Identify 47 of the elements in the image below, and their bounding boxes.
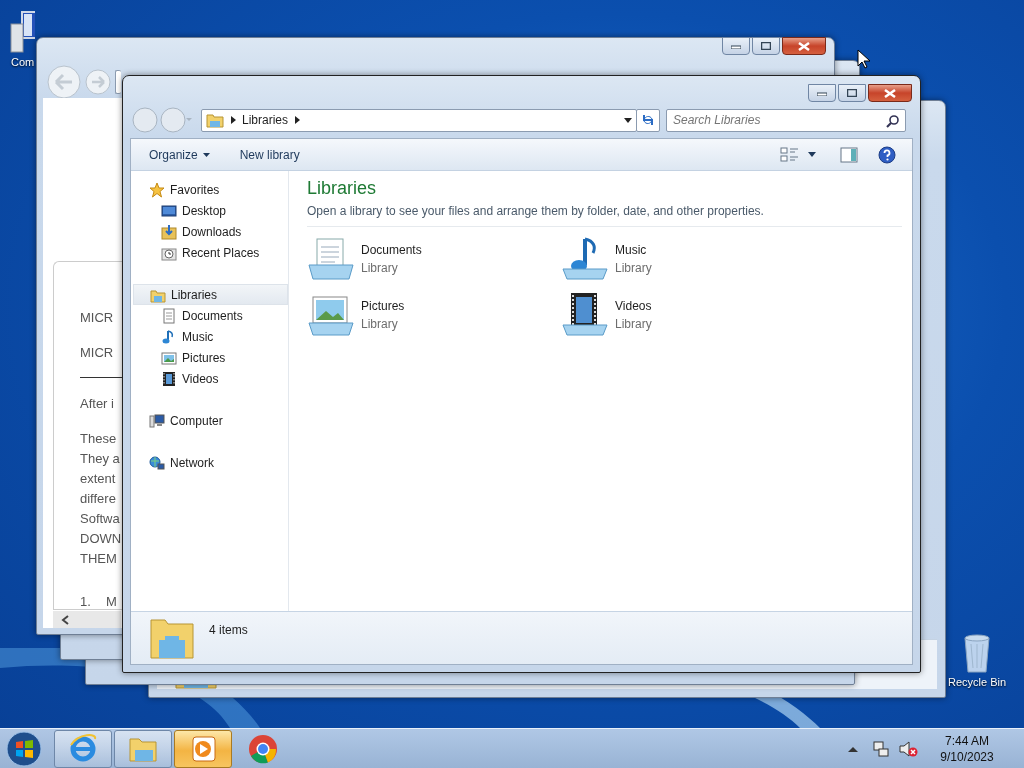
library-type: Library bbox=[361, 260, 399, 277]
paragraph-line: Softwa bbox=[80, 510, 120, 528]
nav-item[interactable]: Videos bbox=[133, 368, 288, 389]
list-item-text: M bbox=[106, 593, 117, 611]
library-item[interactable]: Videos Library bbox=[561, 287, 815, 343]
library-type: Library bbox=[615, 260, 652, 277]
address-bar[interactable]: Libraries bbox=[201, 108, 637, 132]
paragraph-text: After i bbox=[80, 395, 114, 413]
organize-menu-button[interactable]: Organize bbox=[141, 142, 218, 167]
library-item[interactable]: Documents Library bbox=[307, 231, 561, 287]
computer-label[interactable]: Com bbox=[11, 54, 35, 71]
nav-item[interactable]: Libraries bbox=[133, 284, 288, 305]
library-item[interactable]: Pictures Library bbox=[307, 287, 561, 343]
paragraph-line: These bbox=[80, 430, 117, 448]
list-number: 1. bbox=[80, 593, 91, 611]
new-library-button[interactable]: New library bbox=[231, 142, 308, 167]
library-type: Library bbox=[615, 316, 652, 333]
library-description: Open a library to see your files and arrange them by folder, date, and other properties. bbox=[307, 203, 764, 220]
nav-item[interactable]: Recent Places bbox=[133, 242, 288, 263]
clock-time: 7:44 AM bbox=[944, 732, 990, 749]
library-name: Pictures bbox=[361, 298, 405, 315]
paragraph-line: DOWN bbox=[80, 530, 122, 548]
paragraph-line: differe bbox=[80, 490, 116, 508]
nav-item[interactable]: Network bbox=[133, 452, 288, 473]
paragraph-line: THEM bbox=[80, 550, 117, 568]
library-type: Library bbox=[361, 316, 399, 333]
library-name: Videos bbox=[615, 298, 652, 315]
nav-item[interactable]: Music bbox=[133, 326, 288, 347]
item-count: 4 items bbox=[209, 622, 248, 639]
clock-date: 9/10/2023 bbox=[939, 748, 995, 765]
library-item[interactable]: Music Library bbox=[561, 231, 815, 287]
nav-item[interactable]: Favorites bbox=[133, 179, 288, 200]
nav-item[interactable]: Computer bbox=[133, 410, 288, 431]
paragraph-line: They a bbox=[80, 450, 120, 468]
nav-item[interactable]: Downloads bbox=[133, 221, 288, 242]
recycle-bin-label[interactable]: Recycle Bin bbox=[948, 674, 1007, 691]
breadcrumb-link[interactable]: Libraries bbox=[242, 111, 289, 129]
heading-text: MICR bbox=[80, 309, 114, 327]
nav-item[interactable]: Desktop bbox=[133, 200, 288, 221]
library-name: Documents bbox=[361, 242, 422, 259]
nav-item[interactable]: Pictures bbox=[133, 347, 288, 368]
search-field[interactable]: Search Libraries bbox=[666, 108, 906, 132]
nav-item[interactable]: Documents bbox=[133, 305, 288, 326]
library-title: Libraries bbox=[307, 177, 377, 200]
heading-text: MICR bbox=[80, 344, 114, 362]
paragraph-line: extent bbox=[80, 470, 116, 488]
library-name: Music bbox=[615, 242, 648, 259]
